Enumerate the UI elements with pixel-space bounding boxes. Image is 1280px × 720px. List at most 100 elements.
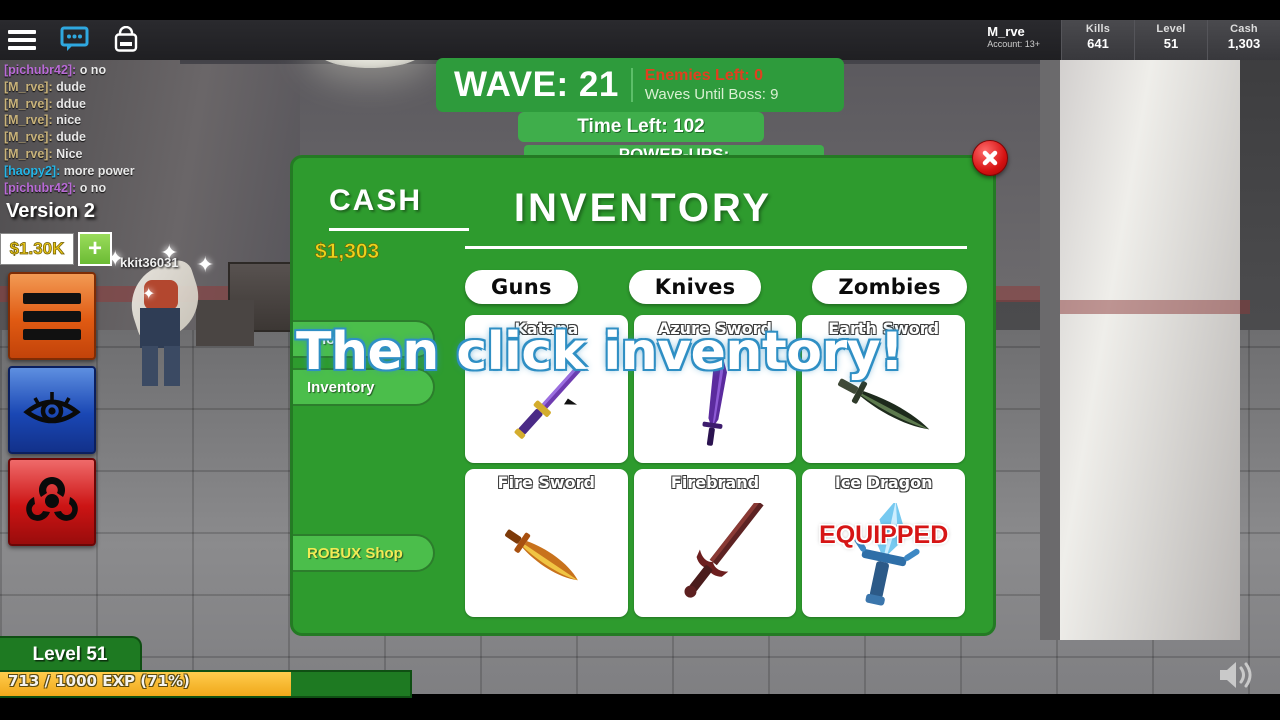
player-avatar [118, 256, 210, 392]
tab-guns-label: Guns [491, 275, 552, 299]
pillar-trim [1060, 300, 1250, 314]
enemies-left: Enemies Left: 0 [644, 67, 764, 85]
chat-log: [pichubr42]: o no [M_rve]: dude [M_rve]: d… [4, 62, 254, 196]
tab-guns[interactable]: Guns [465, 270, 578, 304]
game-screen: ✦ ✦ ✦ ✦ kkit36031 M_rve Account: 13+ Kil… [0, 0, 1280, 720]
wave-divider [630, 68, 633, 102]
stat-cash-label: Cash [1230, 23, 1258, 35]
stat-kills-label: Kills [1085, 23, 1111, 35]
eye-icon [23, 392, 81, 424]
item-card-ice-dragon[interactable]: Ice Dragon EQUIPPED [802, 469, 965, 617]
wave-label: WAVE: 21 [454, 65, 619, 104]
topbar-player-info: M_rve Account: 13+ [987, 24, 1040, 49]
chat-username: [pichubr42]: [4, 63, 80, 77]
avatar-leg-left [142, 346, 158, 386]
speaker-icon [1220, 662, 1252, 688]
tab-zombies-label: Zombies [838, 275, 941, 299]
chat-text: Nice [56, 146, 83, 161]
player-name: M_rve [987, 24, 1025, 39]
ice-dragon-icon [802, 500, 965, 615]
backpack-icon[interactable] [112, 25, 142, 54]
chat-text: o no [79, 63, 107, 77]
exp-label: 713 / 1000 EXP (71%) [8, 672, 190, 690]
close-button[interactable] [972, 140, 1008, 176]
stat-level-value: 51 [1163, 36, 1179, 51]
panel-title: INVENTORY [513, 186, 773, 230]
pillar [1060, 0, 1240, 640]
panel-cash-value: $1,303 [315, 240, 380, 264]
waves-until-boss: Waves Until Boss: 9 [644, 85, 779, 103]
chat-text: more power [63, 163, 135, 178]
chat-message: [M_rve]: dude [4, 129, 254, 146]
chat-text: ddue [56, 96, 86, 111]
biohazard-icon [26, 476, 78, 521]
chat-text: dude [56, 79, 86, 94]
time-left-banner: Time Left: 102 [518, 112, 764, 142]
player-nametag: kkit36031 [120, 255, 179, 270]
stat-level: Level 51 [1134, 20, 1207, 60]
inventory-panel: CASH $1,303 INVENTORY Guns Knives Zombie… [290, 155, 996, 636]
wave-banner: WAVE: 21 Enemies Left: 0 Waves Until Bos… [436, 58, 844, 112]
title-underline [465, 246, 967, 249]
item-name: Firebrand [670, 473, 760, 492]
sidebar-item-robux-shop[interactable]: ROBUX Shop [293, 534, 435, 572]
chat-username: [M_rve]: [4, 113, 57, 128]
chat-message: [M_rve]: nice [4, 112, 254, 129]
stat-cash: Cash 1,303 [1207, 20, 1280, 60]
sparkle-icon: ✦ [142, 286, 156, 303]
chat-username: [M_rve]: [4, 146, 57, 161]
item-name: Fire Sword [497, 473, 596, 492]
chat-message: [haopy2]: more power [4, 163, 254, 180]
avatar-leg-right [164, 346, 180, 386]
sparkle-icon: ✦ [196, 252, 215, 277]
topbar-icon-group [8, 25, 142, 54]
chat-message: [M_rve]: dude [4, 79, 254, 96]
tab-knives-label: Knives [654, 275, 736, 299]
stat-level-label: Level [1156, 23, 1186, 35]
menu-bars-button[interactable] [8, 272, 96, 360]
close-icon [982, 150, 998, 166]
category-tabs: Guns Knives Zombies [465, 270, 967, 304]
chat-username: [haopy2]: [4, 163, 64, 178]
cash-display: $1.30K [0, 233, 74, 265]
chat-username: [pichubr42]: [4, 180, 80, 195]
sidebar-item-label: ROBUX Shop [307, 544, 403, 562]
version-label: Version 2 [6, 200, 95, 222]
tutorial-caption: Then click inventory! [296, 322, 904, 382]
item-name: Ice Dragon [834, 473, 933, 492]
cash-hud: $1.30K + [0, 232, 112, 266]
add-cash-button[interactable]: + [78, 232, 112, 266]
tab-knives[interactable]: Knives [628, 270, 762, 304]
chat-username: [M_rve]: [4, 130, 57, 145]
avatar-body [140, 308, 180, 348]
level-label: Level 51 [32, 644, 108, 665]
volume-button[interactable] [1216, 658, 1258, 692]
stat-kills-value: 641 [1087, 36, 1109, 51]
chat-message: [M_rve]: Nice [4, 146, 254, 163]
cash-short-value: $1.30K [9, 239, 65, 259]
fire-sword-icon [465, 503, 628, 615]
wave-details: Enemies Left: 0 Waves Until Boss: 9 [645, 67, 779, 103]
chat-username: [M_rve]: [4, 79, 57, 94]
item-card-firebrand[interactable]: Firebrand [633, 469, 797, 617]
stat-kills: Kills 641 [1061, 20, 1134, 60]
chat-text: nice [56, 113, 82, 128]
topbar-stats: Kills 641 Level 51 Cash 1,303 [1061, 20, 1280, 60]
menu-icon[interactable] [8, 26, 38, 54]
firebrand-icon [634, 499, 797, 615]
player-account: Account: 13+ [987, 39, 1040, 49]
eye-button[interactable] [8, 366, 96, 454]
chat-text: o no [79, 180, 107, 195]
chat-username: [M_rve]: [4, 96, 57, 111]
tab-zombies[interactable]: Zombies [812, 270, 967, 304]
chat-message: [M_rve]: ddue [4, 96, 254, 113]
item-card-fire-sword[interactable]: Fire Sword [465, 469, 628, 617]
chat-icon[interactable] [60, 26, 90, 54]
level-badge: Level 51 [0, 636, 142, 674]
letterbox-top [0, 0, 1280, 20]
chat-message: [pichubr42]: o no [4, 62, 254, 79]
bars-icon [23, 286, 81, 347]
biohazard-button[interactable] [8, 458, 96, 546]
stat-cash-value: 1,303 [1227, 36, 1261, 51]
